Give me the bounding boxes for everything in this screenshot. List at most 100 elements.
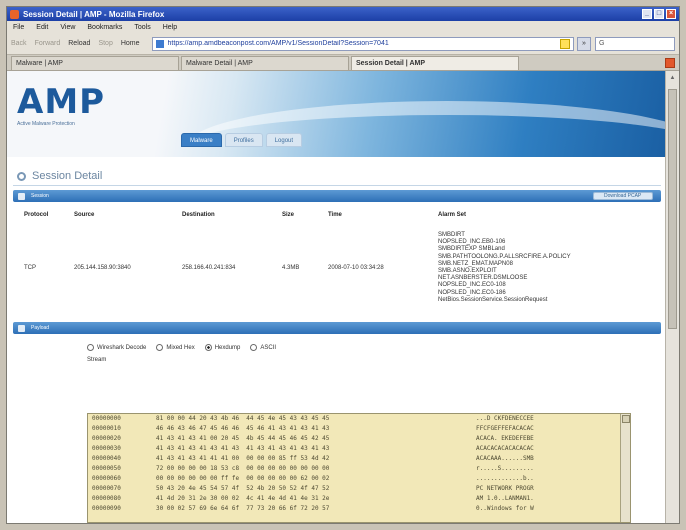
hexdump-ascii: 0..Windows for W [476,505,534,512]
session-panel-label: Session [31,193,49,199]
page-title: Session Detail [32,170,103,182]
panel-collapse-icon[interactable] [18,192,25,200]
hexdump-offset: 00000050 [92,465,121,472]
hexdump-ascii: ACACACACACACACAC [476,445,534,452]
session-panel-header: Session Download PCAP [13,190,661,202]
hexdump-textarea[interactable]: 00000000 81 00 00 44 20 43 4b 46 44 45 4e… [87,413,631,523]
menu-help[interactable]: Help [163,24,177,31]
hexdump-ascii: ACACA. EKEDEFEBE [476,435,534,442]
decode-options: Wireshark Decode Mixed Hex Hexdump ASCII [87,344,667,352]
minimize-button[interactable]: _ [642,9,652,19]
radio-ascii[interactable] [250,344,258,352]
alarm-item: NetBios.SessionService.SessionRequest [438,296,548,303]
close-button[interactable]: × [666,9,676,19]
menu-tools[interactable]: Tools [134,24,150,31]
alarm-item: NET.ASNBERSTER.DSMLOOSE [438,275,528,282]
home-button[interactable]: Home [121,40,140,47]
hexdump-ascii: ACACAAA......SMB [476,455,534,462]
hexdump-ascii: PC NETWORK PROGR [476,485,534,492]
hexdump-hex: 72 00 00 00 00 18 53 c8 00 00 00 00 00 0… [156,465,330,472]
scroll-up-arrow-icon[interactable] [621,415,630,423]
download-pcap-button[interactable]: Download PCAP [593,192,653,200]
amp-logo: AMP Active Malware Protection [17,85,105,127]
hexdump-offset: 00000080 [92,495,121,502]
tab-malware[interactable]: Malware [181,133,222,147]
hexdump-offset: 00000090 [92,505,121,512]
menu-view[interactable]: View [60,24,75,31]
stream-label: Stream [87,357,107,364]
hexdump-hex: 50 43 20 4e 45 54 57 4f 52 4b 20 50 52 4… [156,485,330,492]
hexdump-ascii: r.....S......... [476,465,534,472]
col-source: Source [74,212,95,218]
scrollbar-thumb[interactable] [668,89,677,329]
menu-bookmarks[interactable]: Bookmarks [87,24,122,31]
go-button[interactable]: » [577,36,591,51]
reload-button[interactable]: Reload [68,40,90,47]
hexdump-scrollbar[interactable] [620,414,630,522]
forward-button[interactable]: Forward [35,40,61,47]
option-ascii[interactable]: ASCII [250,344,277,352]
radio-wireshark-decode[interactable] [87,344,94,352]
browser-window: Session Detail | AMP - Mozilla Firefox _… [6,6,680,524]
alarm-item: NOPSLED_INC.EC0-108 [438,282,506,289]
hexdump-ascii: AM 1.0..LANMAN1. [476,495,534,502]
col-destination: Destination [182,212,215,218]
hexdump-ascii: ...D CKFDENECCEE [476,415,534,422]
site-favicon-icon [155,39,164,48]
cell-time: 2008-07-10 03:34:28 [328,265,384,272]
hexdump-hex: 41 43 41 43 41 43 41 43 41 43 41 43 41 4… [156,445,330,452]
browser-tab-strip: Malware | AMP Malware Detail | AMP Sessi… [7,55,679,71]
menu-bar: File Edit View Bookmarks Tools Help [7,21,679,33]
option-mixed-hex[interactable]: Mixed Hex [156,344,195,352]
col-alarm-set: Alarm Set [438,212,467,218]
alarm-item: SMB.PATHTOOLONG.P.ALLSRCFIRE.A.POLICY [438,253,571,260]
logo-text: AMP [17,82,106,122]
hexdump-ascii: .............b.. [476,475,534,482]
option-label: Mixed Hex [166,344,195,351]
browser-tab-malware-detail[interactable]: Malware Detail | AMP [181,56,349,70]
search-input[interactable]: G [595,36,675,51]
address-bar[interactable]: https://amp.amdbeaconpost.com/AMP/v1/Ses… [151,36,574,51]
back-button[interactable]: Back [11,40,27,47]
table-row[interactable]: TCP 205.144.158.90:3840 258.166.40.241:8… [21,226,631,310]
app-nav-tabs: Malware Profiles Logout [181,133,305,147]
address-url: https://amp.amdbeaconpost.com/AMP/v1/Ses… [167,40,389,47]
header-banner: AMP Active Malware Protection Malware Pr… [7,71,667,157]
navigation-toolbar: Back Forward Reload Stop Home https://am… [7,33,679,55]
tab-logout[interactable]: Logout [265,133,303,147]
bookmark-star-icon[interactable] [560,38,570,49]
hexdump-offset: 00000060 [92,475,121,482]
scroll-up-icon[interactable]: ▲ [668,73,677,83]
radio-hexdump[interactable] [204,344,212,352]
option-wireshark-decode[interactable]: Wireshark Decode [87,344,146,352]
hexdump-row: 00000050 72 00 00 00 00 18 53 c8 00 00 00… [88,464,630,474]
cell-destination: 258.166.40.241:834 [182,265,236,272]
hexdump-offset: 00000020 [92,435,121,442]
browser-tab-malware[interactable]: Malware | AMP [11,56,179,70]
stop-button[interactable]: Stop [98,40,112,47]
option-hexdump[interactable]: Hexdump [204,344,240,352]
hexdump-offset: 00000030 [92,445,121,452]
menu-edit[interactable]: Edit [36,24,48,31]
hexdump-offset: 00000000 [92,415,121,422]
browser-tab-session-detail[interactable]: Session Detail | AMP [351,56,519,70]
panel-collapse-icon[interactable] [18,324,25,332]
hexdump-hex: 41 4d 20 31 2e 30 00 02 4c 41 4e 4d 41 4… [156,495,330,502]
hexdump-offset: 00000040 [92,455,121,462]
col-time: Time [328,212,342,218]
option-label: ASCII [260,344,277,351]
hexdump-offset: 00000070 [92,485,121,492]
alarm-item: NOPSLED_INC.EC0-186 [438,289,506,296]
tab-profiles[interactable]: Profiles [224,133,263,147]
cell-protocol: TCP [24,265,36,272]
menu-file[interactable]: File [13,24,24,31]
hexdump-hex: 81 00 00 44 20 43 4b 46 44 45 4e 45 43 4… [156,415,330,422]
radio-mixed-hex[interactable] [156,344,164,352]
alarm-item: SMB.ASNO.EXPLOIT [438,268,497,275]
hexdump-hex: 41 43 41 43 41 00 20 45 4b 45 44 45 46 4… [156,435,330,442]
hexdump-row: 00000020 41 43 41 43 41 00 20 45 4b 45 44… [88,434,630,444]
close-tab-icon[interactable] [665,58,675,68]
alarm-item: SMBDIRT [438,232,465,238]
page-scrollbar[interactable]: ▲ [665,71,679,523]
maximize-button[interactable]: □ [654,9,664,19]
